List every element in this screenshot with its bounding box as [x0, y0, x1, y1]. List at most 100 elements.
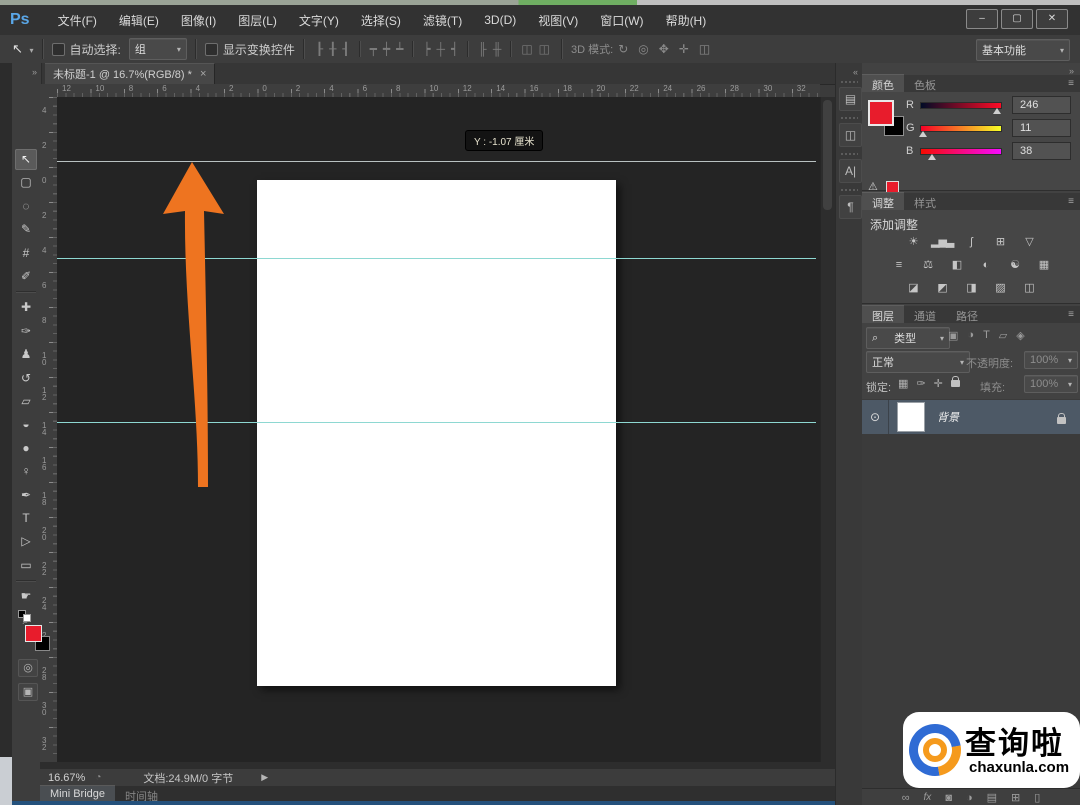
- auto-select-checkbox[interactable]: [51, 42, 65, 56]
- type-tool[interactable]: T: [15, 508, 37, 529]
- align-icon[interactable]: ◫: [521, 42, 532, 56]
- menu-image[interactable]: 图像(I): [171, 8, 226, 33]
- crop-tool[interactable]: #: [15, 243, 37, 264]
- align-icon[interactable]: ┝: [423, 42, 430, 56]
- lock-all-icon[interactable]: [950, 376, 960, 387]
- g-value-field[interactable]: 11: [1012, 119, 1071, 137]
- move-tool[interactable]: ↖: [15, 149, 37, 170]
- lock-pixels-icon[interactable]: ✑: [916, 377, 925, 390]
- quick-mask-button[interactable]: ◎: [18, 659, 38, 677]
- adjustment-icon[interactable]: ▽: [1018, 234, 1040, 250]
- adjustment-icon[interactable]: ≡: [888, 257, 910, 273]
- align-icon[interactable]: ┷: [396, 42, 403, 56]
- character-panel-icon[interactable]: A|: [839, 159, 862, 183]
- align-icon[interactable]: ╂: [329, 42, 336, 56]
- minimize-button[interactable]: –: [966, 9, 998, 29]
- adjustment-icon[interactable]: ◧: [946, 257, 968, 273]
- menu-type[interactable]: 文字(Y): [289, 8, 349, 33]
- layer-group-icon[interactable]: ▤: [987, 791, 997, 804]
- align-icon[interactable]: ┿: [383, 42, 390, 56]
- align-icon[interactable]: ◫: [539, 42, 550, 56]
- align-icon[interactable]: ┠: [316, 42, 323, 56]
- auto-select-target-dropdown[interactable]: 组 ▾: [128, 38, 187, 60]
- history-panel-icon[interactable]: ▤: [839, 87, 862, 111]
- b-value-field[interactable]: 38: [1012, 142, 1071, 160]
- adjustment-layer-icon[interactable]: ◑: [966, 792, 973, 804]
- adjustment-icon[interactable]: ◨: [960, 280, 982, 296]
- layer-filter-dropdown[interactable]: ⌕ 类型 ▾: [866, 327, 950, 349]
- close-button[interactable]: ✕: [1036, 9, 1068, 29]
- panel-menu-icon[interactable]: ≡: [1068, 309, 1074, 320]
- delete-layer-icon[interactable]: ▯: [1034, 791, 1040, 804]
- shape-filter-icon[interactable]: ▱: [999, 329, 1007, 342]
- adjustment-icon[interactable]: ◐: [975, 257, 997, 273]
- rectangular-marquee-tool[interactable]: ▢: [15, 172, 37, 193]
- clone-stamp-tool[interactable]: ♟: [15, 344, 37, 365]
- spot-healing-brush-tool[interactable]: ✚: [15, 297, 37, 318]
- adjustment-icon[interactable]: ⚖: [917, 257, 939, 273]
- layer-mask-icon[interactable]: ◙: [945, 792, 952, 804]
- lasso-tool[interactable]: ◌: [15, 196, 37, 217]
- opacity-dropdown[interactable]: 100% ▾: [1024, 351, 1078, 369]
- workspace-dropdown[interactable]: 基本功能 ▾: [976, 39, 1070, 61]
- menu-edit[interactable]: 编辑(E): [109, 8, 169, 33]
- screen-mode-button[interactable]: ▣: [18, 683, 38, 701]
- vertical-scrollbar[interactable]: [820, 97, 835, 762]
- 3d-mode-icon[interactable]: ↻: [618, 42, 628, 56]
- document-tab[interactable]: 未标题-1 @ 16.7%(RGB/8) * ×: [45, 63, 216, 84]
- adjustment-icon[interactable]: ☀: [902, 234, 924, 250]
- tab-styles[interactable]: 样式: [904, 193, 946, 210]
- pixel-filter-icon[interactable]: ▣: [948, 329, 958, 342]
- tab-paths[interactable]: 路径: [946, 306, 988, 323]
- panel-menu-icon[interactable]: ≡: [1068, 78, 1074, 89]
- brush-tool[interactable]: ✑: [15, 321, 37, 342]
- hand-tool[interactable]: ☛: [15, 586, 37, 607]
- eraser-tool[interactable]: ▱: [15, 391, 37, 412]
- vertical-scrollbar-thumb[interactable]: [823, 100, 832, 210]
- adjustment-filter-icon[interactable]: ◑: [967, 329, 974, 342]
- menu-file[interactable]: 文件(F): [48, 8, 107, 33]
- menu-layer[interactable]: 图层(L): [228, 8, 287, 33]
- type-filter-icon[interactable]: T: [983, 329, 990, 342]
- adjustment-icon[interactable]: ◪: [902, 280, 924, 296]
- horizontal-ruler[interactable]: 12 10 8 6 4 2 0 2 4 6 8 10 12 14 16 18 20 22 24 26 28 30 32: [57, 84, 820, 98]
- menu-window[interactable]: 窗口(W): [590, 8, 653, 33]
- path-selection-tool[interactable]: ▷: [15, 531, 37, 552]
- rectangle-tool[interactable]: ▭: [15, 555, 37, 576]
- adjustment-icon[interactable]: ʃ: [960, 234, 982, 250]
- adjustment-icon[interactable]: ▨: [989, 280, 1011, 296]
- adjustment-icon[interactable]: ◫: [1018, 280, 1040, 296]
- b-slider-thumb[interactable]: [927, 154, 936, 160]
- 3d-mode-icon[interactable]: ✛: [679, 42, 689, 56]
- g-slider-thumb[interactable]: [919, 131, 928, 137]
- align-icon[interactable]: ╟: [478, 42, 487, 56]
- adjustment-icon[interactable]: ⊞: [989, 234, 1011, 250]
- lock-transparency-icon[interactable]: ▦: [898, 377, 908, 390]
- align-icon[interactable]: ╫: [493, 42, 502, 56]
- tab-swatches[interactable]: 色板: [904, 75, 946, 92]
- eyedropper-tool[interactable]: ✐: [15, 266, 37, 287]
- foreground-color-swatch[interactable]: [25, 625, 42, 642]
- link-layers-icon[interactable]: ∞: [902, 792, 910, 804]
- swap-colors-icon[interactable]: [23, 614, 31, 622]
- layer-name[interactable]: 背景: [937, 409, 1057, 425]
- align-icon[interactable]: ┯: [370, 42, 377, 56]
- align-icon[interactable]: ┼: [437, 42, 446, 56]
- blend-mode-dropdown[interactable]: 正常 ▾: [866, 351, 970, 373]
- 3d-mode-icon[interactable]: ◎: [638, 42, 648, 56]
- foreground-color-chip[interactable]: [868, 100, 894, 126]
- menu-help[interactable]: 帮助(H): [656, 8, 717, 33]
- background-layer-row[interactable]: ⊙ 背景: [862, 400, 1080, 434]
- adjustment-icon[interactable]: ☯: [1004, 257, 1026, 273]
- vertical-ruler[interactable]: 42024681 01 21 41 61 82 02 22 42 62 83 0…: [40, 97, 58, 762]
- horizontal-scrollbar[interactable]: [40, 762, 835, 769]
- quick-selection-tool[interactable]: ✎: [15, 219, 37, 240]
- menu-filter[interactable]: 滤镜(T): [413, 8, 472, 33]
- g-slider[interactable]: [920, 125, 1002, 132]
- adjustment-icon[interactable]: ▦: [1033, 257, 1055, 273]
- layer-effects-icon[interactable]: fx: [924, 792, 932, 803]
- r-slider[interactable]: [920, 102, 1002, 109]
- layer-visibility-eye-icon[interactable]: ⊙: [862, 400, 889, 434]
- pen-tool[interactable]: ✒: [15, 485, 37, 506]
- layer-thumbnail[interactable]: [897, 402, 925, 432]
